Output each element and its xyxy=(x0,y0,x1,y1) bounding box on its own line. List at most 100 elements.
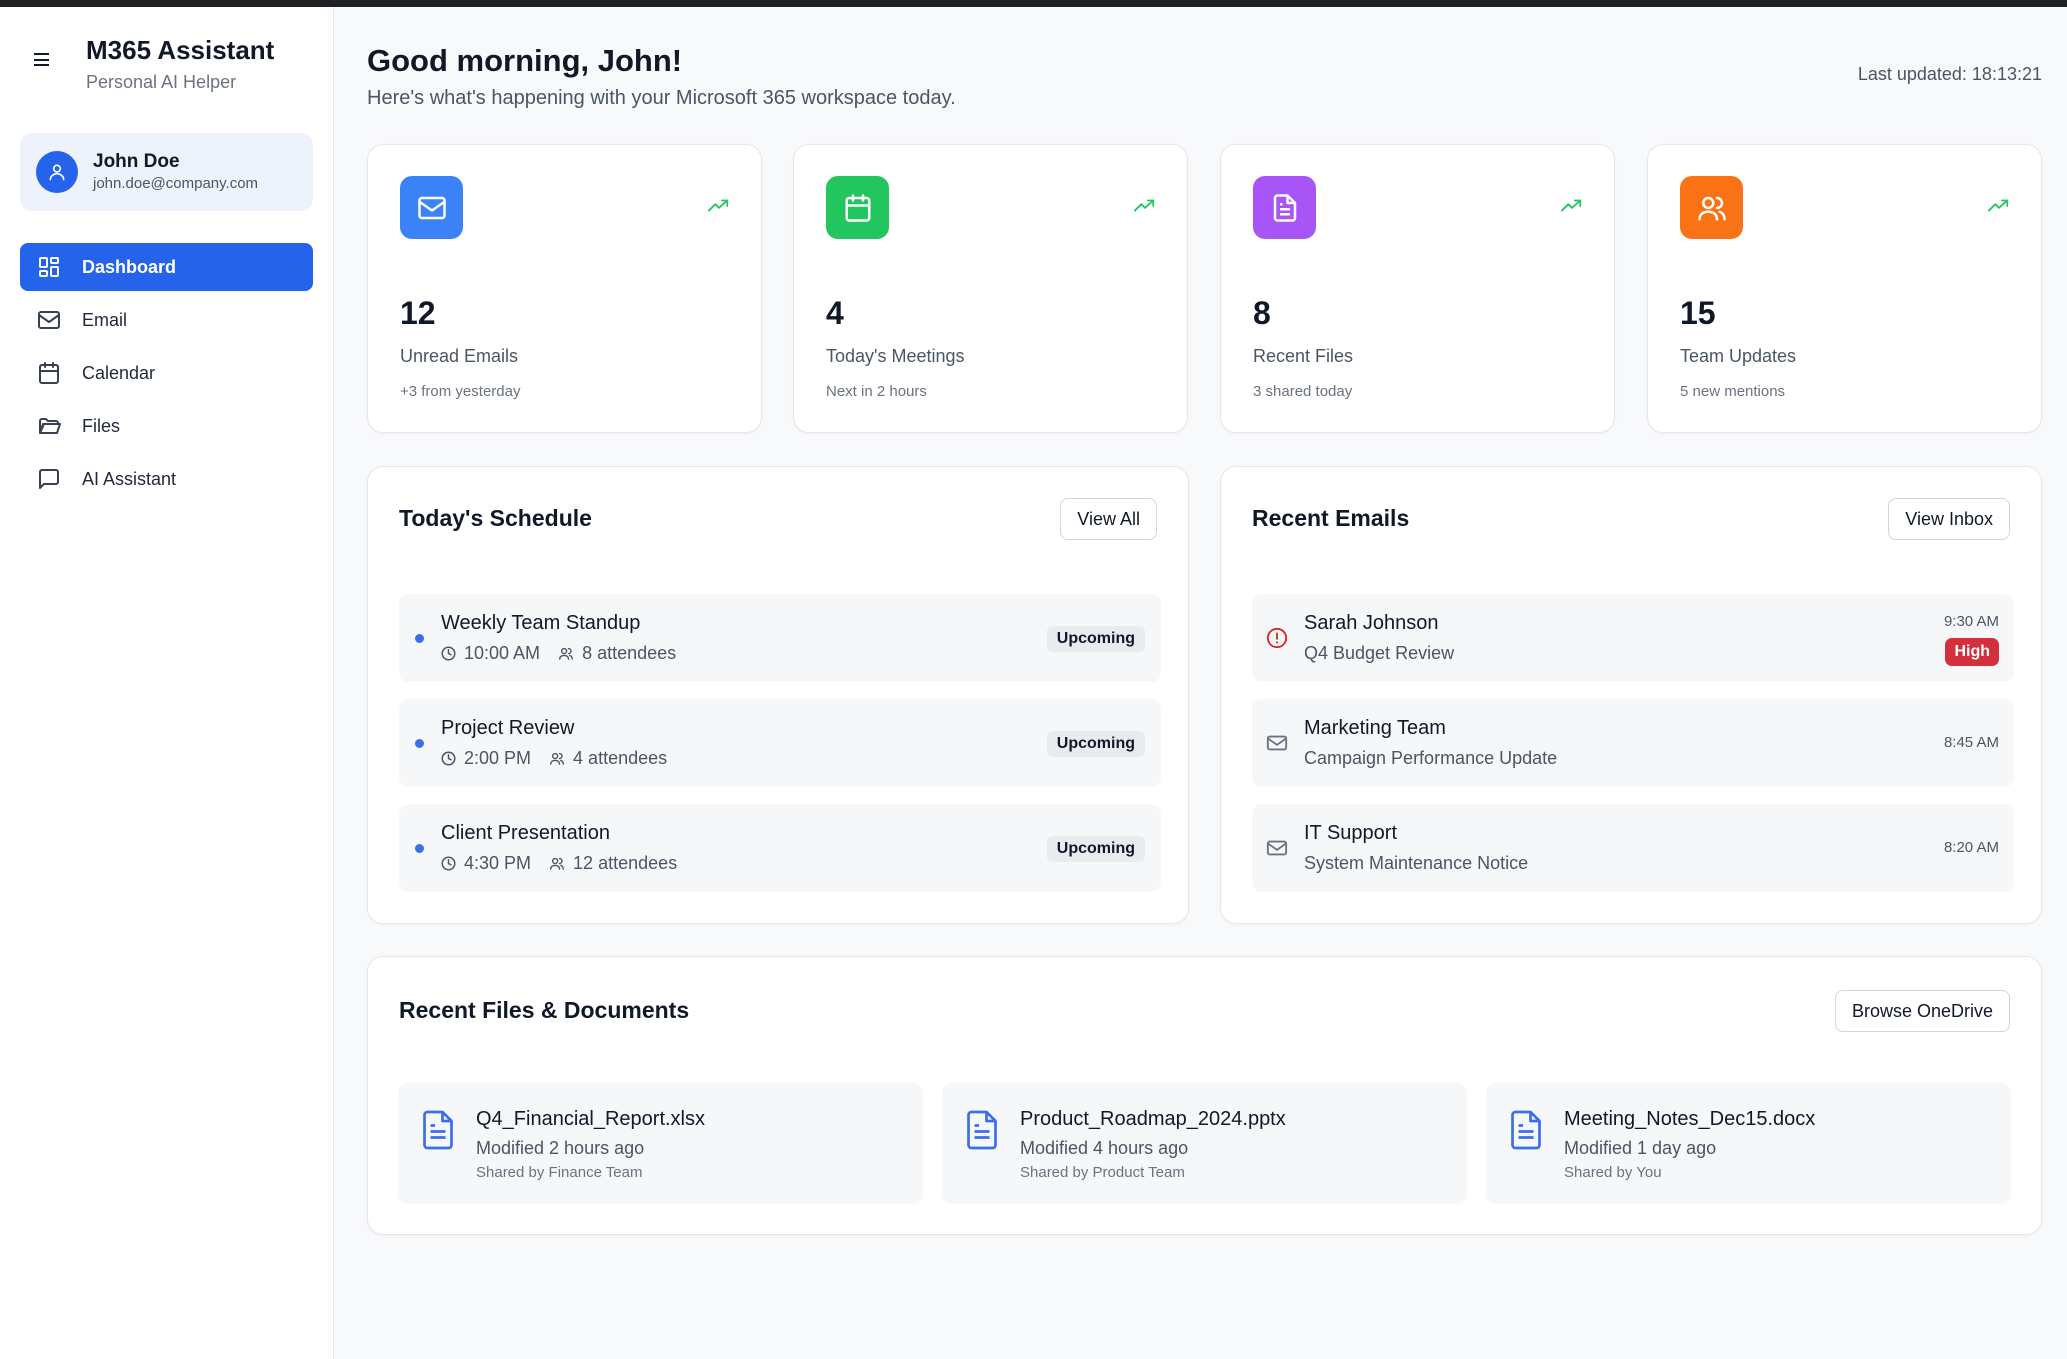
page-subtitle: Here's what's happening with your Micros… xyxy=(367,87,956,109)
mail-icon xyxy=(1266,732,1288,759)
file-card[interactable]: Meeting_Notes_Dec15.docx Modified 1 day … xyxy=(1486,1083,2011,1204)
sidebar-item-label: Files xyxy=(82,415,121,436)
file-modified: Modified 2 hours ago xyxy=(476,1138,645,1158)
user-name: John Doe xyxy=(93,151,180,172)
status-dot xyxy=(415,739,424,748)
stat-subtext: Next in 2 hours xyxy=(826,383,927,400)
event-time: 10:00 AM xyxy=(464,643,541,663)
last-updated: Last updated: 18:13:21 xyxy=(1857,64,2042,84)
stat-value: 15 xyxy=(1680,295,1716,331)
alert-circle-icon xyxy=(1266,627,1288,654)
files-title: Recent Files & Documents xyxy=(399,997,690,1023)
view-inbox-button[interactable]: View Inbox xyxy=(1888,498,2010,540)
sidebar-item-label: Email xyxy=(82,309,128,330)
file-shared-by: Shared by Finance Team xyxy=(476,1164,643,1181)
users-icon xyxy=(549,856,565,871)
email-sender: IT Support xyxy=(1304,822,1398,844)
event-attendees: 8 attendees xyxy=(582,643,677,663)
page-title: Good morning, John! xyxy=(367,43,683,78)
user-icon xyxy=(49,164,65,181)
sidebar-item-calendar[interactable]: Calendar xyxy=(20,349,313,397)
stat-subtext: 3 shared today xyxy=(1253,383,1353,400)
email-sender: Sarah Johnson xyxy=(1304,612,1439,634)
event-attendees: 12 attendees xyxy=(573,853,678,873)
event-title: Project Review xyxy=(441,717,575,739)
folder-icon xyxy=(36,413,62,439)
users-icon xyxy=(1680,176,1743,239)
brand: M365 Assistant Personal AI Helper xyxy=(34,33,274,95)
email-time: 8:45 AM xyxy=(1943,734,1999,751)
view-all-button[interactable]: View All xyxy=(1060,498,1157,540)
status-badge: Upcoming xyxy=(1046,626,1145,652)
stat-label: Recent Files xyxy=(1253,346,1354,366)
users-icon xyxy=(558,646,574,661)
file-modified: Modified 1 day ago xyxy=(1564,1138,1717,1158)
event-time: 2:00 PM xyxy=(464,748,532,768)
sidebar-nav: Dashboard Email Calendar Files AI Assist… xyxy=(20,243,313,508)
stat-subtext: +3 from yesterday xyxy=(400,383,521,400)
dashboard-icon xyxy=(36,254,62,280)
file-card[interactable]: Product_Roadmap_2024.pptx Modified 4 hou… xyxy=(942,1083,1467,1204)
email-item[interactable]: Sarah Johnson Q4 Budget Review 9:30 AM H… xyxy=(1252,594,2014,682)
file-modified: Modified 4 hours ago xyxy=(1020,1138,1189,1158)
document-icon xyxy=(1253,176,1316,239)
event-title: Client Presentation xyxy=(441,822,610,844)
file-card[interactable]: Q4_Financial_Report.xlsx Modified 2 hour… xyxy=(398,1083,923,1204)
status-dot xyxy=(415,634,424,643)
sidebar: M365 Assistant Personal AI Helper John D… xyxy=(0,7,334,1359)
status-dot xyxy=(415,844,424,853)
stat-value: 8 xyxy=(1253,295,1271,331)
status-badge: Upcoming xyxy=(1046,731,1145,757)
menu-icon[interactable] xyxy=(34,53,54,66)
file-name: Product_Roadmap_2024.pptx xyxy=(1020,1108,1286,1130)
stat-card-meetings[interactable]: 4 Today's Meetings Next in 2 hours xyxy=(793,144,1188,433)
event-time: 4:30 PM xyxy=(464,853,532,873)
trending-up-icon xyxy=(1988,199,2010,218)
sidebar-item-label: Dashboard xyxy=(82,256,177,277)
trending-up-icon xyxy=(1561,199,1583,218)
stat-card-team-updates[interactable]: 15 Team Updates 5 new mentions xyxy=(1647,144,2042,433)
sidebar-item-ai-assistant[interactable]: AI Assistant xyxy=(20,455,313,503)
trending-up-icon xyxy=(708,199,730,218)
file-name: Meeting_Notes_Dec15.docx xyxy=(1564,1108,1816,1130)
schedule-item[interactable]: Project Review 2:00 PM 4 attendees Upcom… xyxy=(399,699,1161,787)
file-shared-by: Shared by Product Team xyxy=(1020,1164,1185,1181)
emails-title: Recent Emails xyxy=(1252,505,1410,531)
priority-badge: High xyxy=(1945,638,1999,666)
user-card[interactable]: John Doe john.doe@company.com xyxy=(20,133,313,211)
sidebar-item-files[interactable]: Files xyxy=(20,402,313,450)
stat-card-unread-emails[interactable]: 12 Unread Emails +3 from yesterday xyxy=(367,144,762,433)
clock-icon xyxy=(441,856,456,871)
file-name: Q4_Financial_Report.xlsx xyxy=(476,1108,705,1130)
clock-icon xyxy=(441,751,456,766)
email-item[interactable]: IT Support System Maintenance Notice 8:2… xyxy=(1252,804,2014,892)
clock-icon xyxy=(441,646,456,661)
chat-icon xyxy=(36,466,62,492)
document-icon xyxy=(420,1109,456,1156)
email-subject: System Maintenance Notice xyxy=(1304,853,1529,873)
trending-up-icon xyxy=(1134,199,1156,218)
schedule-item[interactable]: Client Presentation 4:30 PM 12 attendees… xyxy=(399,804,1161,892)
schedule-title: Today's Schedule xyxy=(399,505,592,531)
sidebar-item-email[interactable]: Email xyxy=(20,296,313,344)
file-shared-by: Shared by You xyxy=(1564,1164,1662,1181)
calendar-icon xyxy=(826,176,889,239)
event-title: Weekly Team Standup xyxy=(441,612,641,634)
browse-onedrive-button[interactable]: Browse OneDrive xyxy=(1834,990,2010,1032)
app-subtitle: Personal AI Helper xyxy=(86,72,237,92)
stat-card-recent-files[interactable]: 8 Recent Files 3 shared today xyxy=(1220,144,1615,433)
email-sender: Marketing Team xyxy=(1304,717,1446,739)
mail-icon xyxy=(1266,837,1288,864)
users-icon xyxy=(549,751,565,766)
email-item[interactable]: Marketing Team Campaign Performance Upda… xyxy=(1252,699,2014,787)
document-icon xyxy=(1508,1109,1544,1156)
schedule-panel: Today's Schedule View All Weekly Team St… xyxy=(367,466,1189,924)
avatar xyxy=(36,151,78,193)
sidebar-item-dashboard[interactable]: Dashboard xyxy=(20,243,313,291)
stat-subtext: 5 new mentions xyxy=(1680,383,1786,400)
schedule-item[interactable]: Weekly Team Standup 10:00 AM 8 attendees… xyxy=(399,594,1161,682)
emails-panel: Recent Emails View Inbox Sarah Johnson Q… xyxy=(1220,466,2042,924)
stat-label: Unread Emails xyxy=(400,346,519,366)
user-email: john.doe@company.com xyxy=(93,175,259,192)
sidebar-item-label: Calendar xyxy=(82,362,156,383)
